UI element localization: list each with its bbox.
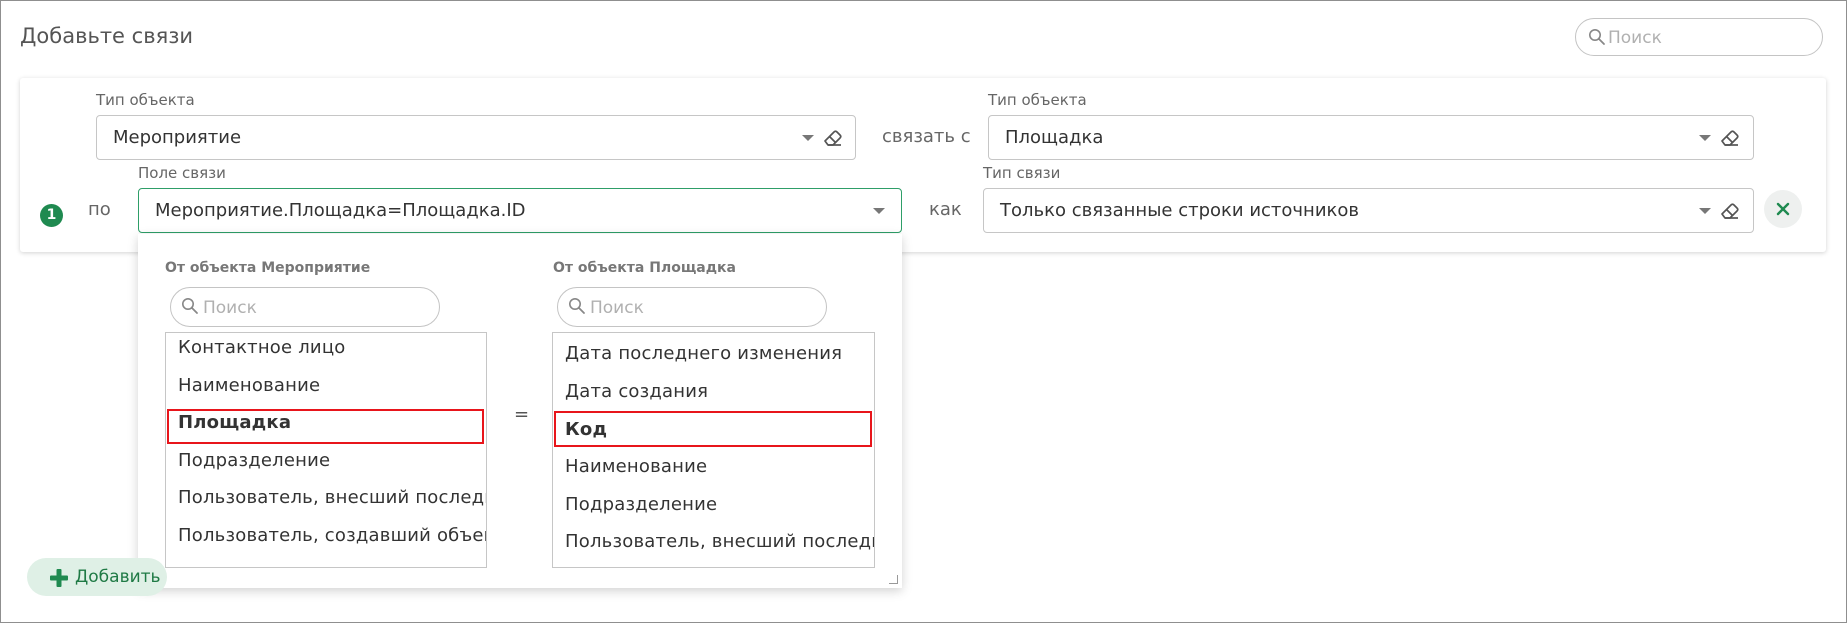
as-text: как [929, 199, 962, 220]
right-search-box[interactable] [557, 287, 827, 327]
source-type-value: Мероприятие [113, 127, 242, 148]
source-type-select[interactable]: Мероприятие [96, 115, 856, 160]
left-field-list[interactable]: Контактное лицо Наименование Площадка По… [165, 332, 487, 568]
selection-highlight [167, 409, 484, 444]
add-link-button[interactable]: Добавить [27, 558, 167, 596]
link-type-value: Только связанные строки источников [1000, 200, 1360, 221]
list-item[interactable]: Наименование [178, 375, 320, 396]
target-type-label: Тип объекта [988, 91, 1087, 109]
page-title: Добавьте связи [20, 24, 194, 48]
left-column-title: От объекта Мероприятие [165, 260, 371, 276]
list-item[interactable]: Пользователь, внесший последни [178, 487, 486, 508]
add-link-label: Добавить [75, 567, 161, 587]
list-item[interactable]: Контактное лицо [178, 337, 345, 358]
source-type-label: Тип объекта [96, 91, 195, 109]
link-field-select[interactable]: Мероприятие.Площадка=Площадка.ID [138, 188, 902, 233]
equals-sign: = [514, 404, 530, 425]
list-item[interactable]: Дата создания [565, 381, 708, 402]
selection-highlight [554, 411, 872, 447]
chevron-down-icon[interactable] [1699, 208, 1711, 214]
eraser-icon[interactable] [1719, 200, 1741, 222]
target-type-value: Площадка [1005, 127, 1104, 148]
chevron-down-icon[interactable] [802, 135, 814, 141]
eraser-icon[interactable] [1719, 127, 1741, 149]
remove-link-button[interactable] [1764, 190, 1802, 228]
by-text: по [88, 199, 111, 220]
left-search-box[interactable] [170, 287, 440, 327]
link-number-badge: 1 [40, 204, 63, 227]
eraser-icon[interactable] [822, 127, 844, 149]
connect-with-text: связать с [882, 126, 971, 147]
link-field-value: Мероприятие.Площадка=Площадка.ID [155, 200, 526, 221]
target-type-select[interactable]: Площадка [988, 115, 1754, 160]
left-search-input[interactable] [201, 295, 425, 321]
search-input[interactable] [1606, 25, 1810, 51]
right-field-list[interactable]: Дата последнего изменения Дата создания … [552, 332, 875, 568]
link-field-label: Поле связи [138, 164, 226, 182]
link-card: Тип объекта Мероприятие связать с Тип об… [20, 78, 1826, 252]
search-icon [182, 298, 198, 314]
list-item[interactable]: Пользователь, внесший последни [565, 531, 874, 552]
list-item[interactable]: Наименование [565, 456, 707, 477]
plus-icon [50, 569, 68, 587]
search-box[interactable] [1575, 18, 1823, 56]
chevron-down-icon[interactable] [1699, 135, 1711, 141]
resize-handle[interactable] [889, 575, 898, 584]
list-item[interactable]: Дата последнего изменения [565, 343, 842, 364]
list-item[interactable]: Подразделение [178, 450, 330, 471]
list-item[interactable]: Подразделение [565, 494, 717, 515]
right-search-input[interactable] [588, 295, 812, 321]
link-type-label: Тип связи [983, 164, 1061, 182]
list-item[interactable]: Пользователь, создавший объект [178, 525, 486, 546]
right-column-title: От объекта Площадка [553, 260, 737, 276]
link-type-select[interactable]: Только связанные строки источников [983, 188, 1754, 233]
link-field-dropdown: От объекта Мероприятие Контактное лицо Н… [138, 234, 902, 588]
chevron-down-icon[interactable] [873, 208, 885, 214]
close-icon [1776, 202, 1790, 216]
search-icon [1589, 29, 1605, 45]
search-icon [569, 298, 585, 314]
